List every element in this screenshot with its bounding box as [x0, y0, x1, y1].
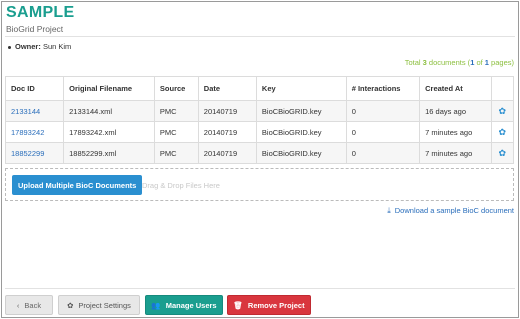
owner-info: Owner: Sun Kim — [8, 42, 71, 51]
created-at-cell: 7 minutes ago — [419, 121, 492, 143]
doc-id-link[interactable]: 2133144 — [4, 100, 65, 122]
source-cell: PMC — [153, 142, 199, 164]
gear-icon[interactable]: ✿ — [498, 148, 506, 158]
gear-icon: ✿ — [67, 300, 74, 310]
column-header-actions — [490, 76, 515, 101]
summary-prefix: Total — [404, 58, 423, 67]
key-cell: BioCBioGRID.key — [255, 121, 347, 143]
table-row: 17893242 17893242.xml PMC 20140719 BioCB… — [4, 121, 515, 143]
summary-suffix: documents ( — [426, 58, 471, 67]
key-cell: BioCBioGRID.key — [255, 142, 347, 164]
gear-icon[interactable]: ✿ — [498, 106, 506, 116]
table-header-row: Doc ID Original Filename Source Date Key… — [4, 76, 515, 101]
documents-table: Doc ID Original Filename Source Date Key… — [4, 76, 515, 164]
summary-page-suffix: pages) — [488, 58, 514, 67]
header-divider — [5, 36, 515, 37]
row-settings-button[interactable]: ✿ — [490, 121, 515, 143]
bullet-icon — [8, 45, 11, 49]
download-sample-label[interactable]: Download a sample BioC document — [395, 206, 514, 215]
column-header-created-at[interactable]: Created At — [419, 76, 492, 101]
interactions-cell: 0 — [345, 142, 421, 164]
column-header-key[interactable]: Key — [255, 76, 347, 101]
created-at-cell: 16 days ago — [419, 100, 492, 122]
file-drop-zone[interactable]: Upload Multiple BioC Documents Drag & Dr… — [5, 168, 514, 201]
column-header-interactions[interactable]: # Interactions — [345, 76, 421, 101]
gear-icon[interactable]: ✿ — [498, 127, 506, 137]
interactions-cell: 0 — [345, 121, 421, 143]
trash-icon: 🗑 — [233, 300, 243, 310]
column-header-source[interactable]: Source — [153, 76, 199, 101]
created-at-cell: 7 minutes ago — [419, 142, 492, 164]
download-icon: ⤓ — [387, 206, 391, 215]
source-cell: PMC — [153, 100, 199, 122]
filename-cell: 2133144.xml — [63, 100, 155, 122]
summary-page-of: of — [474, 58, 485, 67]
remove-project-button[interactable]: 🗑 Remove Project — [227, 295, 311, 315]
doc-id-link[interactable]: 17893242 — [4, 121, 65, 143]
users-icon: 👥 — [151, 300, 161, 310]
project-settings-button[interactable]: ✿ Project Settings — [58, 295, 140, 315]
filename-cell: 17893242.xml — [63, 121, 155, 143]
interactions-cell: 0 — [345, 100, 421, 122]
upload-documents-button[interactable]: Upload Multiple BioC Documents — [12, 175, 143, 195]
manage-users-label: Manage Users — [165, 300, 217, 310]
source-cell: PMC — [153, 121, 199, 143]
column-header-filename[interactable]: Original Filename — [63, 76, 155, 101]
column-header-date[interactable]: Date — [197, 76, 257, 101]
manage-users-button[interactable]: 👥 Manage Users — [145, 295, 223, 315]
date-cell: 20140719 — [197, 100, 257, 122]
download-sample-link[interactable]: ⤓ Download a sample BioC document — [387, 206, 514, 216]
owner-name: Sun Kim — [42, 42, 72, 51]
page-title: SAMPLE — [6, 4, 75, 21]
chevron-left-icon: ‹ — [16, 300, 20, 310]
owner-label: Owner: — [15, 42, 41, 51]
column-header-doc-id[interactable]: Doc ID — [4, 76, 65, 101]
remove-project-label: Remove Project — [247, 300, 305, 310]
page-subtitle: BioGrid Project — [6, 24, 64, 34]
row-settings-button[interactable]: ✿ — [490, 142, 515, 164]
project-settings-label: Project Settings — [78, 300, 131, 310]
table-row: 18852299 18852299.xml PMC 20140719 BioCB… — [4, 142, 515, 164]
doc-id-link[interactable]: 18852299 — [4, 142, 65, 164]
date-cell: 20140719 — [197, 121, 257, 143]
back-button-label: Back — [24, 300, 42, 310]
row-settings-button[interactable]: ✿ — [490, 100, 515, 122]
footer-divider — [5, 288, 515, 289]
documents-summary: Total 3 documents (1 of 1 pages) — [405, 58, 514, 67]
drop-zone-hint: Drag & Drop Files Here — [142, 181, 220, 190]
back-button[interactable]: ‹ Back — [5, 295, 53, 315]
filename-cell: 18852299.xml — [63, 142, 155, 164]
date-cell: 20140719 — [197, 142, 257, 164]
key-cell: BioCBioGRID.key — [255, 100, 347, 122]
table-row: 2133144 2133144.xml PMC 20140719 BioCBio… — [4, 100, 515, 122]
